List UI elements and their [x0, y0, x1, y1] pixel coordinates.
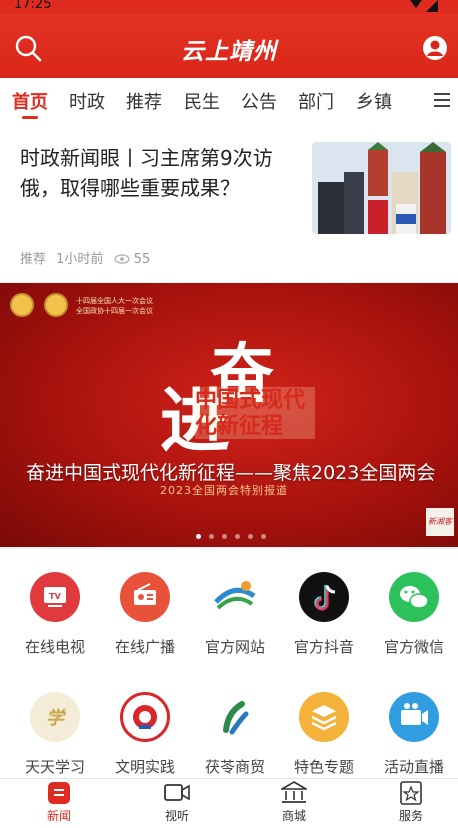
svg-text:TV: TV — [49, 592, 61, 601]
signal-battery-icon — [410, 0, 438, 12]
shortcut-official-wechat[interactable]: 官方微信 — [369, 572, 458, 657]
nav-video[interactable]: 视听 — [137, 779, 217, 824]
tab-home[interactable]: 首页 — [12, 88, 48, 114]
nav-label: 新闻 — [46, 809, 71, 823]
user-profile-icon[interactable] — [422, 35, 448, 61]
shortcut-fuling-commerce[interactable]: 茯苓商贸 — [190, 692, 280, 777]
news-category: 推荐 — [20, 252, 47, 267]
shortcut-label: 活动直播 — [383, 758, 444, 776]
shortcut-label: 官方网站 — [204, 638, 265, 656]
wechat-icon — [389, 572, 439, 622]
source-stamp-logo: 新湘客 — [426, 508, 454, 536]
tab-towns[interactable]: 乡镇 — [356, 88, 392, 114]
shortcut-official-website[interactable]: 官方网站 — [190, 572, 280, 657]
tab-menu-icon[interactable] — [434, 93, 450, 107]
kremlin-photo-image — [312, 142, 451, 234]
douyin-icon — [299, 572, 349, 622]
civilization-icon — [120, 692, 170, 742]
carousel-dot[interactable] — [261, 534, 266, 539]
shortcut-label: 在线广播 — [114, 638, 175, 656]
tv-icon: TV — [30, 572, 80, 622]
shortcut-grid: TV 在线电视 在线广播 官方网站 官方抖音 官方微信 学 天天学习 文明实践 … — [0, 549, 458, 779]
category-tabs: 首页 时政 推荐 民生 公告 部门 乡镇 — [0, 78, 458, 122]
news-headline[interactable]: 时政新闻眼丨习主席第9次访俄，取得哪些重要成果？ — [20, 143, 288, 203]
carousel-dot[interactable] — [248, 534, 253, 539]
news-views: 55 — [133, 252, 151, 267]
live-video-icon — [389, 692, 439, 742]
carousel-indicator — [196, 524, 274, 539]
website-logo-icon — [210, 572, 260, 622]
banner-art-slogan: 中国式现代化新征程 — [195, 387, 315, 439]
tab-notice[interactable]: 公告 — [241, 88, 277, 114]
nav-news[interactable]: 新闻 — [19, 779, 99, 824]
shortcut-official-douyin[interactable]: 官方抖音 — [279, 572, 369, 657]
commerce-icon — [210, 692, 260, 742]
layers-icon — [299, 692, 349, 742]
nav-mall[interactable]: 商城 — [254, 779, 334, 824]
study-icon: 学 — [30, 692, 80, 742]
tab-livelihood[interactable]: 民生 — [184, 88, 220, 114]
app-title: 云上靖州 — [181, 39, 277, 65]
news-meta: 推荐 1小时前 55 — [20, 248, 156, 267]
shortcut-label: 特色专题 — [293, 758, 354, 776]
session-text: 十四届全国人大一次会议 全国政协十四届一次会议 — [76, 297, 153, 315]
radio-icon — [120, 572, 170, 622]
tab-politics[interactable]: 时政 — [69, 88, 105, 114]
nav-label: 视听 — [164, 809, 189, 823]
carousel-dot[interactable] — [209, 534, 214, 539]
nav-label: 服务 — [398, 809, 423, 823]
tab-recommend[interactable]: 推荐 — [126, 88, 162, 114]
shortcut-label: 文明实践 — [114, 758, 175, 776]
shortcut-label: 天天学习 — [24, 758, 85, 776]
views-eye-icon — [113, 254, 130, 264]
shortcut-label: 官方抖音 — [293, 638, 354, 656]
carousel-dot[interactable] — [196, 534, 201, 539]
news-icon — [46, 781, 72, 805]
bottom-navigation: 新闻 视听 商城 服务 — [0, 778, 458, 828]
shortcut-live-events[interactable]: 活动直播 — [369, 692, 458, 777]
active-tab-indicator — [22, 116, 38, 119]
shortcut-daily-study[interactable]: 学 天天学习 — [10, 692, 100, 777]
shortcut-label: 在线电视 — [24, 638, 85, 656]
shortcut-special-topics[interactable]: 特色专题 — [279, 692, 369, 777]
shortcut-label: 官方微信 — [383, 638, 444, 656]
news-thumbnail[interactable] — [312, 142, 451, 234]
service-icon — [398, 781, 424, 805]
shortcut-label: 茯苓商贸 — [204, 758, 265, 776]
cppcc-emblem-icon — [44, 293, 68, 317]
hero-banner[interactable]: 十四届全国人大一次会议 全国政协十四届一次会议 奋 进 中国式现代化新征程 20… — [0, 283, 458, 547]
nav-service[interactable]: 服务 — [371, 779, 451, 824]
shortcut-online-radio[interactable]: 在线广播 — [100, 572, 190, 657]
status-time: 17:25 — [14, 0, 52, 12]
tab-departments[interactable]: 部门 — [298, 88, 334, 114]
shortcut-online-tv[interactable]: TV 在线电视 — [10, 572, 100, 657]
news-time: 1小时前 — [56, 252, 104, 267]
shortcut-civilization[interactable]: 文明实践 — [100, 692, 190, 777]
svg-text:学: 学 — [46, 708, 67, 729]
carousel-dot[interactable] — [235, 534, 240, 539]
carousel-dot[interactable] — [222, 534, 227, 539]
nav-label: 商城 — [281, 809, 306, 823]
status-bar: 17:25 — [0, 0, 458, 14]
national-emblem-icon — [10, 293, 34, 317]
app-header: 云上靖州 — [0, 14, 458, 78]
banner-caption[interactable]: 奋进中国式现代化新征程——聚焦2023全国两会 — [26, 457, 436, 489]
video-icon — [164, 781, 190, 805]
news-list-item[interactable]: 时政新闻眼丨习主席第9次访俄，取得哪些重要成果？ 推荐 1小时前 55 — [0, 122, 458, 282]
mall-icon — [279, 781, 309, 805]
